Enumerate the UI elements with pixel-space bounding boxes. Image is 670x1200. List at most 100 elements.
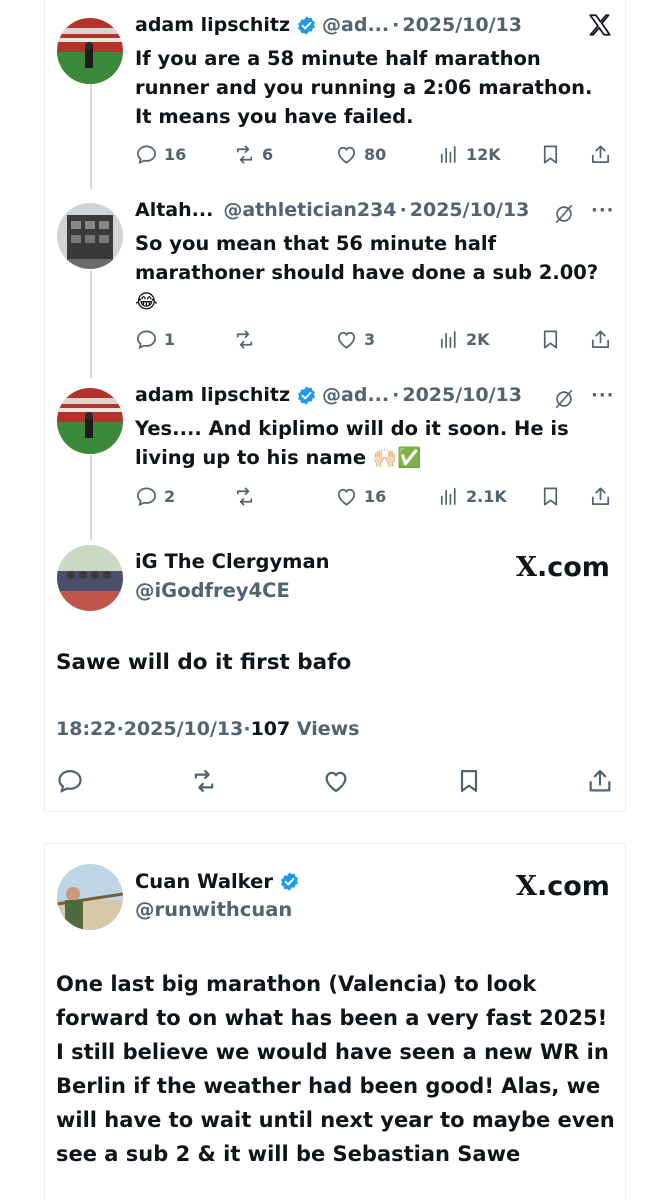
reply-icon [137, 144, 156, 164]
tweet-date[interactable]: 2025/10/13 [402, 14, 522, 36]
repost-icon [236, 486, 253, 506]
bookmark-icon [543, 144, 558, 164]
author-name[interactable]: iG The Clergyman [135, 550, 330, 573]
share-icon [591, 144, 610, 163]
share-button[interactable] [589, 141, 612, 167]
share-icon [591, 486, 610, 505]
views-button[interactable]: 2.1K [437, 483, 507, 509]
author-handle[interactable]: @ad... [322, 14, 389, 36]
separator: · [116, 718, 124, 740]
repost-icon [194, 769, 214, 793]
author-name[interactable]: Cuan Walker [135, 870, 273, 893]
share-button[interactable] [586, 767, 614, 795]
share-icon [589, 769, 611, 792]
repost-button[interactable] [190, 767, 218, 795]
repost-button[interactable] [233, 483, 262, 509]
grok-icon[interactable] [553, 388, 575, 410]
share-button[interactable] [589, 326, 612, 352]
view-count: 2.1K [466, 486, 507, 506]
thread-line [90, 270, 92, 378]
tweet-date[interactable]: 2025/10/13 [410, 199, 530, 221]
author-name[interactable]: adam lipschitz [135, 384, 290, 406]
avatar[interactable] [57, 203, 123, 269]
share-icon [591, 329, 610, 348]
repost-button[interactable] [233, 326, 262, 352]
like-count: 3 [364, 329, 376, 349]
author-handle[interactable]: @ad... [322, 384, 389, 406]
reply-count: 1 [164, 329, 176, 349]
x-com-logo: X.com [516, 552, 610, 583]
like-button[interactable]: 3 [335, 326, 375, 352]
views-chart-icon [440, 330, 456, 348]
group-photo-avatar-image [57, 545, 123, 611]
bookmark-icon [543, 329, 558, 349]
tweet-text: Sawe will do it first bafo [56, 650, 352, 675]
tweet-text: So you mean that 56 minute half marathon… [135, 232, 599, 313]
tweet-meta: 18:22·2025/10/13·107 Views [56, 718, 360, 740]
share-button[interactable] [589, 483, 612, 509]
grok-icon[interactable] [553, 203, 575, 225]
like-count: 80 [364, 144, 387, 164]
more-options-icon[interactable]: ··· [591, 200, 615, 221]
tweet-text: Yes.... And kiplimo will do it soon. He … [135, 417, 569, 469]
repost-count: 6 [262, 144, 274, 164]
bookmark-button[interactable] [539, 483, 562, 509]
reply-icon [137, 486, 156, 506]
views-button[interactable]: 12K [437, 141, 501, 167]
bookmark-button[interactable] [539, 141, 562, 167]
tweet-action-bar [0, 767, 670, 795]
heart-icon [337, 488, 356, 506]
separator: · [392, 14, 400, 36]
views-chart-icon [440, 145, 456, 163]
tweet-date[interactable]: 2025/10/13 [124, 718, 244, 740]
avatar[interactable] [57, 388, 123, 454]
heart-icon [325, 771, 347, 793]
beach-avatar-image [57, 864, 123, 930]
tweet-text: One last big marathon (Valencia) to look… [56, 972, 615, 1166]
more-options-icon[interactable]: ··· [591, 385, 615, 406]
like-button[interactable] [322, 767, 350, 795]
like-button[interactable]: 16 [335, 483, 386, 509]
view-count: 2K [466, 329, 490, 349]
reply-icon [58, 769, 82, 793]
views-label: Views [296, 718, 360, 740]
like-button[interactable]: 80 [335, 141, 386, 167]
avatar[interactable] [57, 864, 123, 930]
avatar[interactable] [57, 545, 123, 611]
stadium-avatar-image [57, 388, 123, 454]
bookmark-icon [543, 486, 558, 506]
reply-button[interactable]: 1 [135, 326, 175, 352]
author-name[interactable]: adam lipschitz [135, 14, 290, 36]
building-avatar-image [57, 203, 123, 269]
separator: · [243, 718, 251, 740]
x-logo-icon [589, 14, 611, 36]
reply-count: 16 [164, 144, 187, 164]
author-handle[interactable]: @runwithcuan [135, 898, 292, 921]
reply-button[interactable]: 2 [135, 483, 175, 509]
repost-icon [236, 329, 253, 349]
reply-button[interactable]: 16 [135, 141, 186, 167]
repost-icon [236, 144, 253, 164]
verified-badge-icon [296, 15, 317, 36]
bookmark-button[interactable] [455, 767, 483, 795]
bookmark-icon [460, 769, 478, 793]
view-count: 107 [250, 718, 291, 740]
avatar[interactable] [57, 18, 123, 84]
view-count: 12K [466, 144, 501, 164]
like-count: 16 [364, 486, 387, 506]
verified-badge-icon [279, 871, 300, 892]
verified-badge-icon [296, 385, 317, 406]
reply-button[interactable] [56, 767, 84, 795]
views-button[interactable]: 2K [437, 326, 490, 352]
thread-line [90, 84, 92, 189]
author-name[interactable]: Altah... [135, 199, 213, 221]
author-handle[interactable]: @iGodfrey4CE [135, 579, 290, 602]
separator: · [399, 199, 407, 221]
author-handle[interactable]: @athletician234 [223, 199, 396, 221]
x-com-logo: X.com [516, 871, 610, 902]
reply-count: 2 [164, 486, 176, 506]
bookmark-button[interactable] [539, 326, 562, 352]
repost-button[interactable]: 6 [233, 141, 273, 167]
tweet-time[interactable]: 18:22 [56, 718, 116, 740]
tweet-date[interactable]: 2025/10/13 [402, 384, 522, 406]
